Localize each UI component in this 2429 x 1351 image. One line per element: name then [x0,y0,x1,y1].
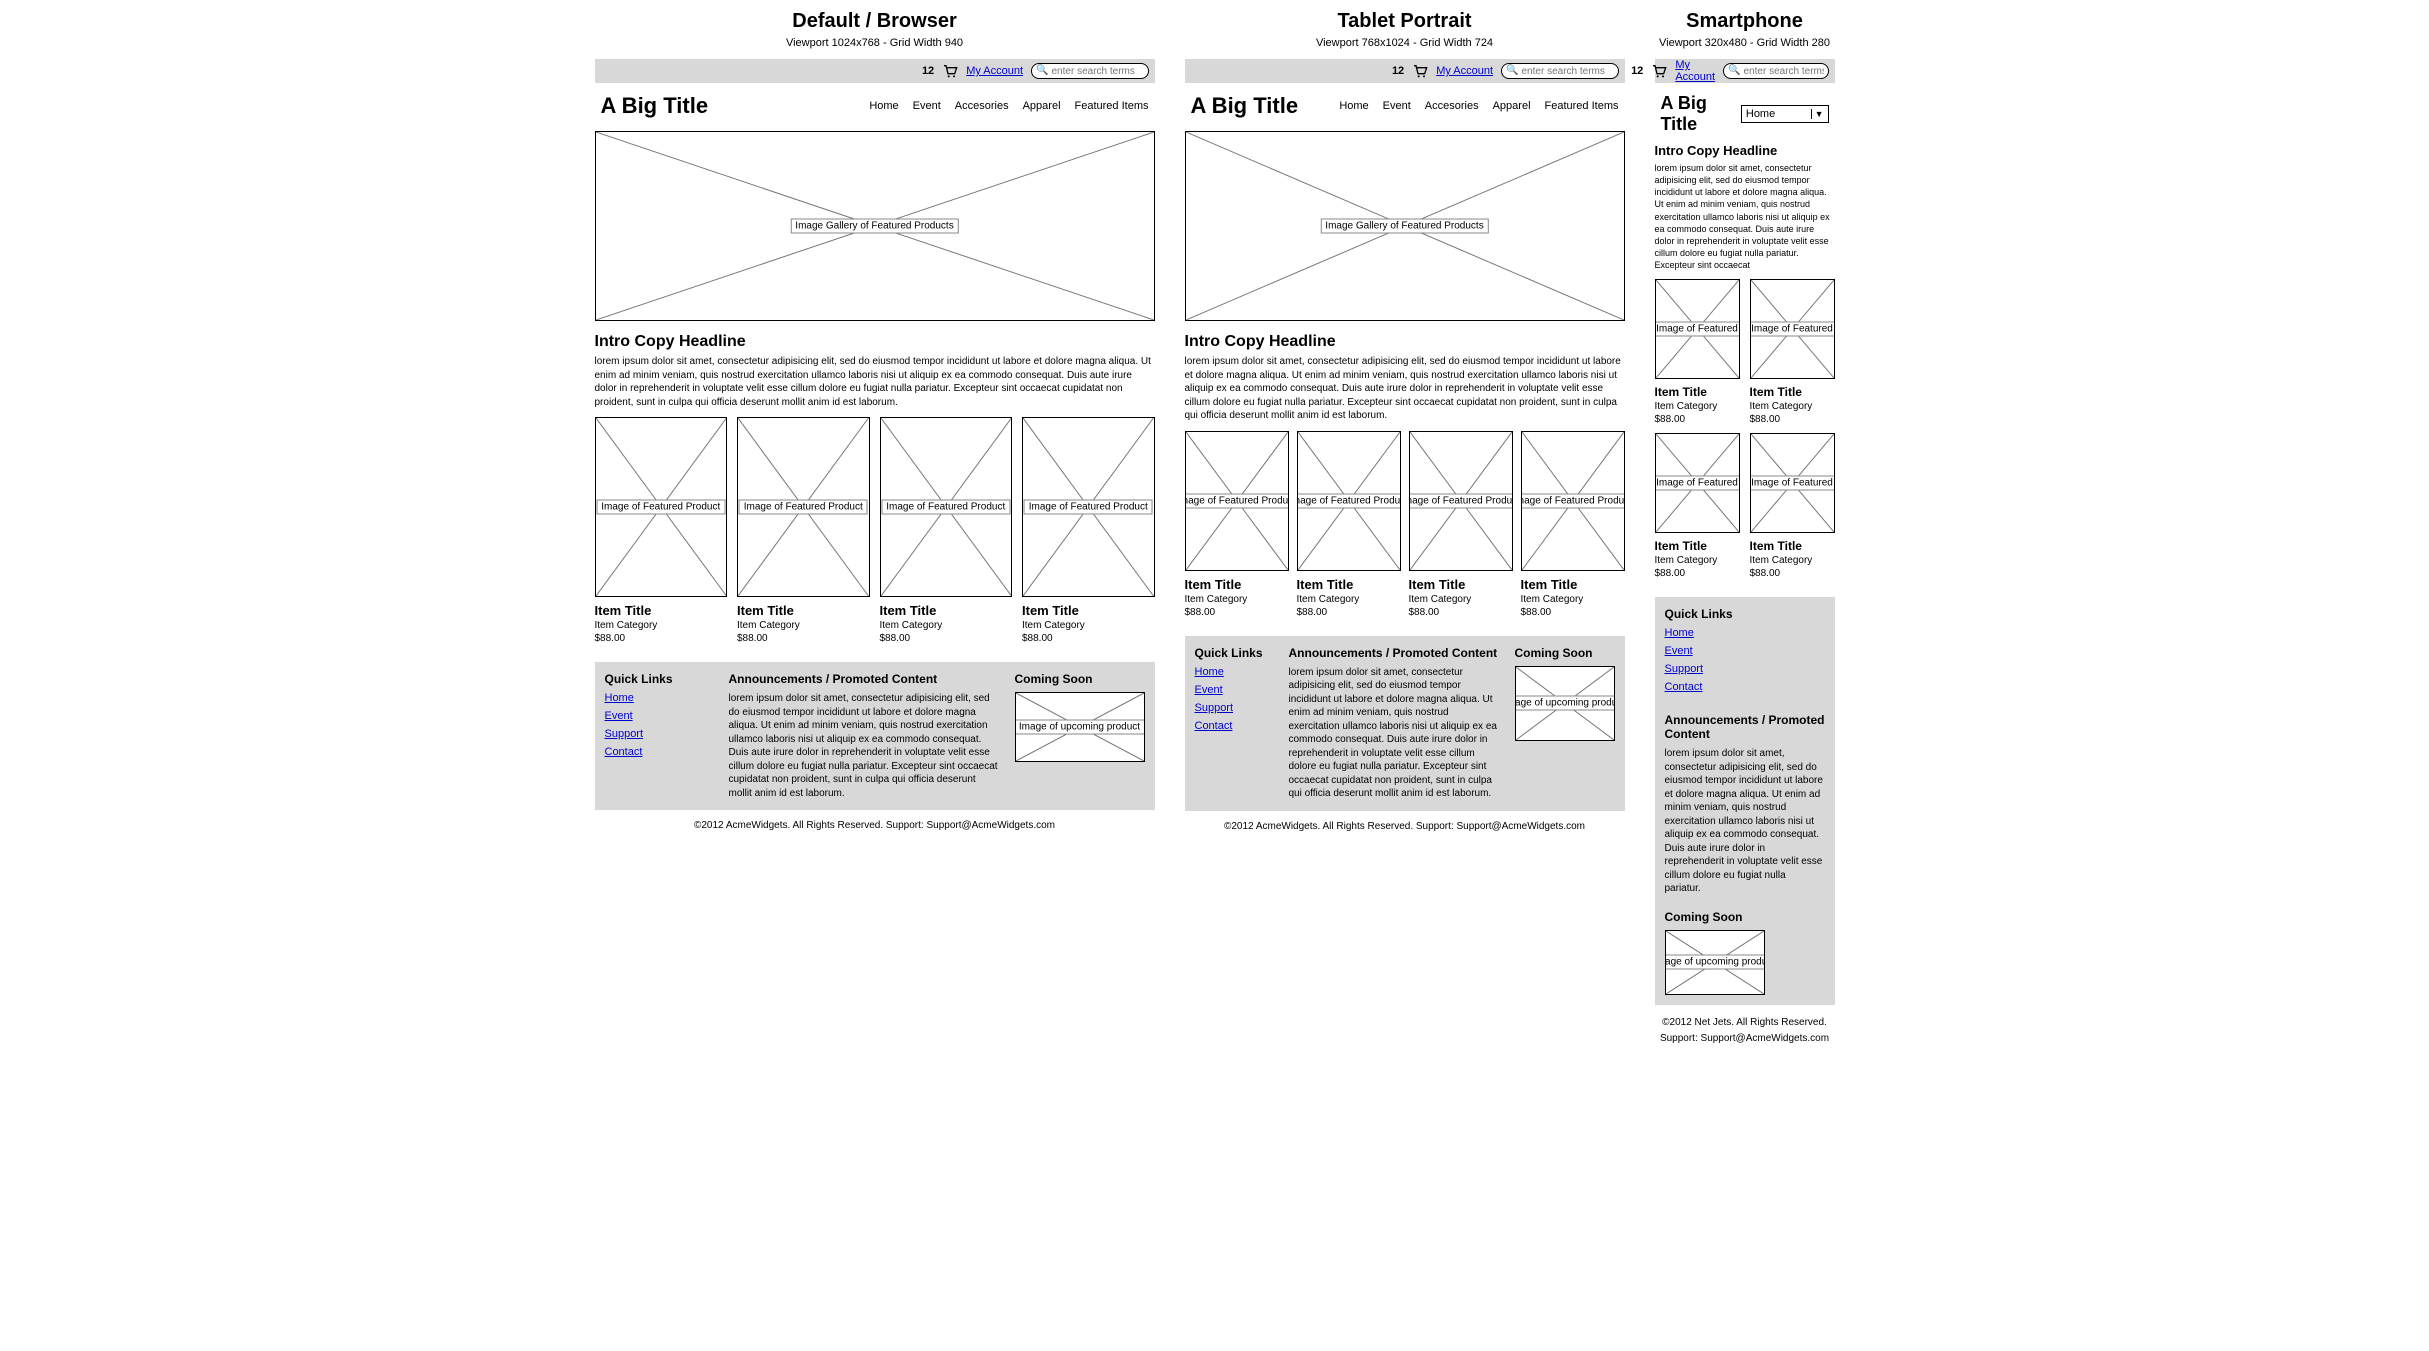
search-input[interactable] [1522,66,1614,77]
hero-label: Image Gallery of Featured Products [790,219,958,234]
device-subtitle-desktop: Viewport 1024x768 - Grid Width 940 [786,37,963,49]
product-card[interactable]: Image of Featured ProductItem TitleItem … [1185,431,1289,618]
hero-gallery-placeholder: Image Gallery of Featured Products [1185,131,1625,321]
product-card[interactable]: Image of FeaturedItem TitleItem Category… [1655,433,1740,579]
search-field[interactable]: 🔍 [1031,63,1148,79]
utility-bar: 12 My Account 🔍 [1655,59,1835,83]
cart-count: 12 [1392,65,1404,77]
product-image-placeholder: Image of Featured Product [737,417,870,597]
intro-copy: lorem ipsum dolor sit amet, consectetur … [595,355,1155,409]
site-title: A Big Title [1191,93,1299,119]
intro-copy: lorem ipsum dolor sit amet, consectetur … [1185,355,1625,423]
footer-link[interactable]: Contact [605,746,715,758]
product-title: Item Title [595,603,728,618]
copyright: ©2012 Net Jets. All Rights Reserved. Sup… [1655,1015,1835,1047]
device-title-tablet: Tablet Portrait [1337,10,1471,33]
footer-block: Quick Links Home Event Support Contact A… [595,662,1155,810]
cart-icon[interactable] [1412,63,1428,79]
coming-soon-image-placeholder: Image of upcoming product [1015,692,1145,762]
product-image-placeholder: Image of Featured Product [595,417,728,597]
product-image-placeholder: Image of Featured Product [880,417,1013,597]
device-subtitle-phone: Viewport 320x480 - Grid Width 280 [1659,37,1830,49]
site-title: A Big Title [1661,93,1741,135]
product-image-placeholder: Image of Featured Product [1022,417,1155,597]
product-card[interactable]: Image of Featured ProductItem TitleItem … [1521,431,1625,618]
footer-link[interactable]: Contact [1195,720,1275,732]
product-card[interactable]: Image of FeaturedItem TitleItem Category… [1750,433,1835,579]
product-price: $88.00 [595,633,728,644]
device-title-phone: Smartphone [1686,10,1803,33]
search-field[interactable]: 🔍 [1723,63,1828,79]
my-account-link[interactable]: My Account [966,65,1023,77]
nav-item[interactable]: Event [1383,100,1411,112]
nav-item[interactable]: Apparel [1023,100,1061,112]
search-input[interactable] [1744,66,1824,77]
nav-item[interactable]: Home [1339,100,1368,112]
footer-block: Quick Links Home Event Support Contact A… [1655,597,1835,1005]
product-card[interactable]: Image of Featured Product Item TitleItem… [737,417,870,644]
device-subtitle-tablet: Viewport 768x1024 - Grid Width 724 [1316,37,1493,49]
footer-link[interactable]: Event [605,710,715,722]
cart-icon[interactable] [1651,63,1667,79]
nav-item[interactable]: Apparel [1493,100,1531,112]
cart-count: 12 [922,65,934,77]
nav-item[interactable]: Event [913,100,941,112]
product-category: Item Category [595,620,728,631]
footer-link[interactable]: Home [605,692,715,704]
nav-dropdown[interactable]: Home ▼ [1741,105,1829,123]
intro-headline: Intro Copy Headline [1185,333,1625,351]
nav-item[interactable]: Featured Items [1545,100,1619,112]
copyright: ©2012 AcmeWidgets. All Rights Reserved. … [1185,821,1625,832]
footer-link[interactable]: Event [1665,645,1825,657]
search-icon: 🔍 [1036,66,1048,76]
search-icon: 🔍 [1506,66,1518,76]
chevron-down-icon: ▼ [1811,109,1824,119]
cart-icon[interactable] [942,63,958,79]
intro-copy: lorem ipsum dolor sit amet, consectetur … [1655,162,1835,271]
quick-links-heading: Quick Links [605,672,715,686]
product-card[interactable]: Image of FeaturedItem TitleItem Category… [1750,279,1835,425]
product-card[interactable]: Image of Featured ProductItem TitleItem … [1297,431,1401,618]
search-input[interactable] [1052,66,1144,77]
nav-dropdown-value: Home [1746,108,1775,120]
nav-item[interactable]: Accesories [955,100,1009,112]
footer-link[interactable]: Home [1665,627,1825,639]
product-card[interactable]: Image of Featured Product Item Title Ite… [595,417,728,644]
nav-item[interactable]: Accesories [1425,100,1479,112]
footer-link[interactable]: Home [1195,666,1275,678]
announcements-copy: lorem ipsum dolor sit amet, consectetur … [729,692,1001,800]
product-card[interactable]: Image of FeaturedItem TitleItem Category… [1655,279,1740,425]
my-account-link[interactable]: My Account [1675,59,1715,83]
search-field[interactable]: 🔍 [1501,63,1618,79]
product-card[interactable]: Image of Featured Product Item TitleItem… [1022,417,1155,644]
primary-nav: Home Event Accesories Apparel Featured I… [1339,100,1618,112]
device-title-desktop: Default / Browser [792,10,956,33]
footer-link[interactable]: Support [605,728,715,740]
hero-gallery-placeholder: Image Gallery of Featured Products [595,131,1155,321]
announcements-heading: Announcements / Promoted Content [729,672,1001,686]
footer-block: Quick Links Home Event Support Contact A… [1185,636,1625,811]
intro-headline: Intro Copy Headline [595,333,1155,351]
footer-link[interactable]: Support [1195,702,1275,714]
utility-bar: 12 My Account 🔍 [595,59,1155,83]
utility-bar: 12 My Account 🔍 [1185,59,1625,83]
product-card[interactable]: Image of Featured Product Item TitleItem… [880,417,1013,644]
cart-count: 12 [1631,65,1643,77]
copyright: ©2012 AcmeWidgets. All Rights Reserved. … [595,820,1155,831]
product-card[interactable]: Image of Featured ProductItem TitleItem … [1409,431,1513,618]
nav-item[interactable]: Featured Items [1075,100,1149,112]
footer-link[interactable]: Event [1195,684,1275,696]
footer-link[interactable]: Support [1665,663,1825,675]
footer-link[interactable]: Contact [1665,681,1825,693]
primary-nav: Home Event Accesories Apparel Featured I… [869,100,1148,112]
search-icon: 🔍 [1728,66,1740,76]
intro-headline: Intro Copy Headline [1655,143,1835,158]
my-account-link[interactable]: My Account [1436,65,1493,77]
nav-item[interactable]: Home [869,100,898,112]
coming-soon-heading: Coming Soon [1015,672,1145,686]
site-title: A Big Title [601,93,709,119]
